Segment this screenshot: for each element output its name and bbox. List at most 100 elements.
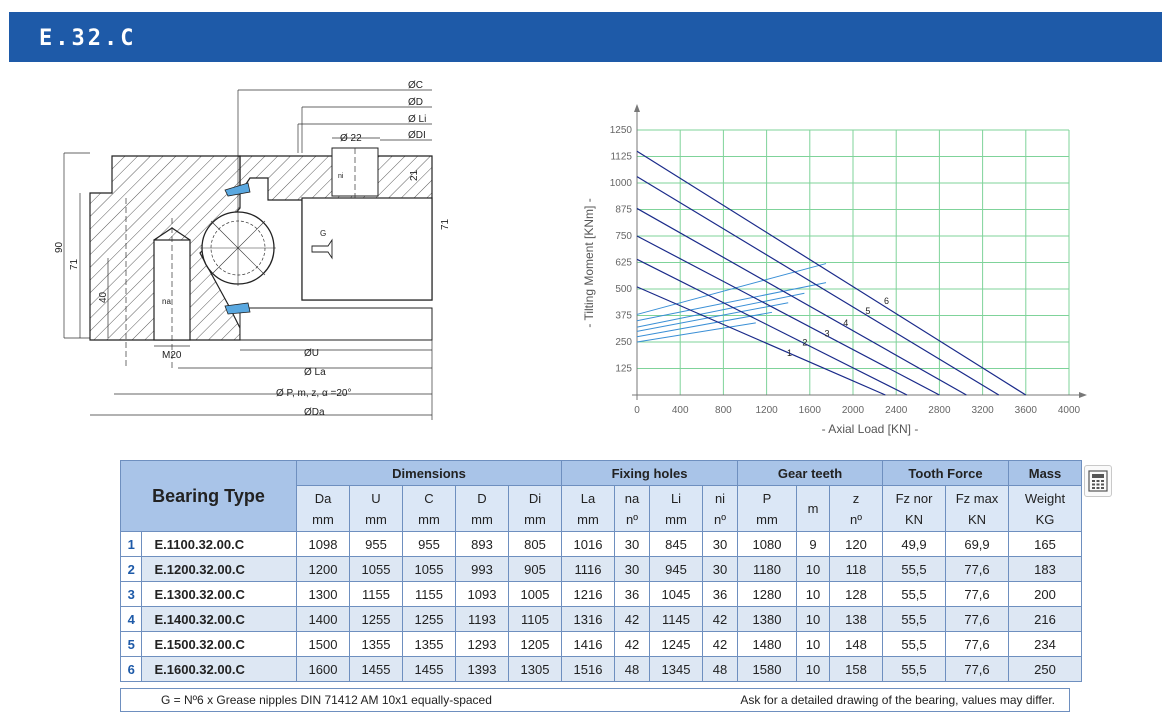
table-cell: 1055: [349, 556, 403, 582]
table-cell: 200: [1008, 581, 1082, 607]
sub-header-label: P: [762, 490, 772, 506]
sub-header-ni: ni nº: [702, 485, 738, 532]
x-tick-label: 3200: [971, 405, 994, 416]
sub-header-c: Cmm: [402, 485, 456, 532]
sub-header-unit: mm: [524, 511, 546, 527]
label-40: 40: [98, 291, 109, 303]
sub-header-label: na: [624, 490, 640, 506]
sub-header-unit: KG: [1035, 511, 1055, 527]
table-cell: 1380: [737, 606, 797, 632]
sub-header-label: Weight: [1024, 490, 1066, 506]
sub-header-label: m: [807, 501, 819, 516]
sub-header-li: Li mm: [649, 485, 703, 532]
table-cell: 10: [796, 631, 830, 657]
sub-header-label: Fz max: [955, 490, 999, 506]
bearing-model: E.1100.32.00.C: [141, 531, 297, 557]
table-footnote: G = Nº6 x Grease nipples DIN 71412 AM 10…: [120, 688, 1070, 712]
footnote-drawing: Ask for a detailed drawing of the bearin…: [740, 693, 1055, 707]
table-cell: 1055: [402, 556, 456, 582]
sub-header-unit: mm: [312, 511, 334, 527]
table-cell: 905: [508, 556, 562, 582]
sub-header-label: U: [371, 490, 381, 506]
label-oc: ØC: [408, 80, 423, 91]
table-cell: 1316: [561, 606, 615, 632]
table-cell: 48: [702, 656, 738, 682]
bearing-model: E.1500.32.00.C: [141, 631, 297, 657]
table-cell: 955: [349, 531, 403, 557]
sub-header-fznor: Fz nor KN: [882, 485, 946, 532]
table-cell: 1098: [296, 531, 350, 557]
sub-header-label: Fz nor: [895, 490, 933, 506]
x-tick-label: 2400: [885, 405, 908, 416]
sub-header-u: Umm: [349, 485, 403, 532]
x-tick-label: 800: [715, 405, 732, 416]
table-cell: 1155: [349, 581, 403, 607]
sub-header-unit: mm: [471, 511, 493, 527]
sub-header-la: La mm: [561, 485, 615, 532]
table-cell: 77,6: [945, 606, 1009, 632]
sub-header-label: D: [477, 490, 487, 506]
y-tick-label: 1250: [610, 125, 633, 136]
label-op: Ø P, m, z, α =20°: [276, 388, 351, 399]
y-tick-label: 1125: [610, 152, 632, 163]
table-cell: 1500: [296, 631, 350, 657]
table-cell: 1355: [349, 631, 403, 657]
gear-teeth-header: Gear teeth: [737, 460, 883, 486]
y-tick-label: 375: [615, 311, 632, 322]
spec-table-wrapper: Bearing Type Dimensions Fixing holes Gea…: [119, 460, 1082, 682]
table-cell: 42: [614, 631, 650, 657]
y-tick-label: 1000: [610, 178, 633, 189]
table-cell: 36: [614, 581, 650, 607]
bearing-model: E.1300.32.00.C: [141, 581, 297, 607]
table-cell: 1580: [737, 656, 797, 682]
sub-header-m: m: [796, 485, 830, 532]
series-label: 5: [865, 306, 870, 316]
mass-header: Mass: [1008, 460, 1082, 486]
table-cell: 30: [614, 531, 650, 557]
table-cell: 30: [614, 556, 650, 582]
y-tick-label: 750: [615, 231, 632, 242]
table-cell: 1193: [455, 606, 509, 632]
table-cell: 805: [508, 531, 562, 557]
calculator-icon[interactable]: [1084, 465, 1112, 497]
table-cell: 158: [829, 656, 883, 682]
spec-table-body: 1 E.1100.32.00.C 1098 955 955 893 805 1016 30 845…: [119, 531, 1082, 682]
sub-header-di: Di mm: [508, 485, 562, 532]
x-tick-label: 0: [634, 405, 640, 416]
label-21: 21: [409, 169, 420, 181]
table-cell: 77,6: [945, 656, 1009, 682]
table-cell: 9: [796, 531, 830, 557]
table-cell: 1416: [561, 631, 615, 657]
series-label: 1: [787, 348, 792, 358]
x-tick-label: 2800: [928, 405, 951, 416]
table-cell: 1200: [296, 556, 350, 582]
table-cell: 55,5: [882, 581, 946, 607]
label-ou: ØU: [304, 348, 319, 359]
y-tick-label: 875: [615, 205, 632, 216]
y-tick-label: 125: [615, 364, 632, 375]
table-cell: 893: [455, 531, 509, 557]
sub-header-fzmax: Fz max KN: [945, 485, 1009, 532]
sub-header-z: z nº: [829, 485, 883, 532]
sub-header-da: Da mm: [296, 485, 350, 532]
tilting-moment-chart: 0 400 800 1200 1600 2000 2400 2800 3200 3600 4000 1…: [582, 104, 1087, 436]
x-tick-label: 1600: [799, 405, 822, 416]
table-cell: 1205: [508, 631, 562, 657]
y-axis-label: - Tilting Moment [KNm] -: [582, 198, 596, 327]
label-g: G: [320, 229, 326, 238]
table-cell: 1305: [508, 656, 562, 682]
title-bar: E.32.C: [9, 12, 1162, 62]
row-number: 3: [119, 581, 143, 607]
sub-header-label: C: [424, 490, 434, 506]
table-cell: 42: [702, 631, 738, 657]
label-m20: M20: [162, 350, 182, 361]
bearing-model: E.1600.32.00.C: [141, 656, 297, 682]
table-cell: 1045: [649, 581, 703, 607]
table-row: 1 E.1100.32.00.C 1098 955 955 893 805 1016 30 845…: [119, 531, 1082, 557]
table-cell: 1400: [296, 606, 350, 632]
table-cell: 250: [1008, 656, 1082, 682]
x-axis-arrow: [1079, 392, 1087, 398]
label-90: 90: [54, 241, 65, 253]
sub-header-label: Da: [314, 490, 332, 506]
table-cell: 120: [829, 531, 883, 557]
